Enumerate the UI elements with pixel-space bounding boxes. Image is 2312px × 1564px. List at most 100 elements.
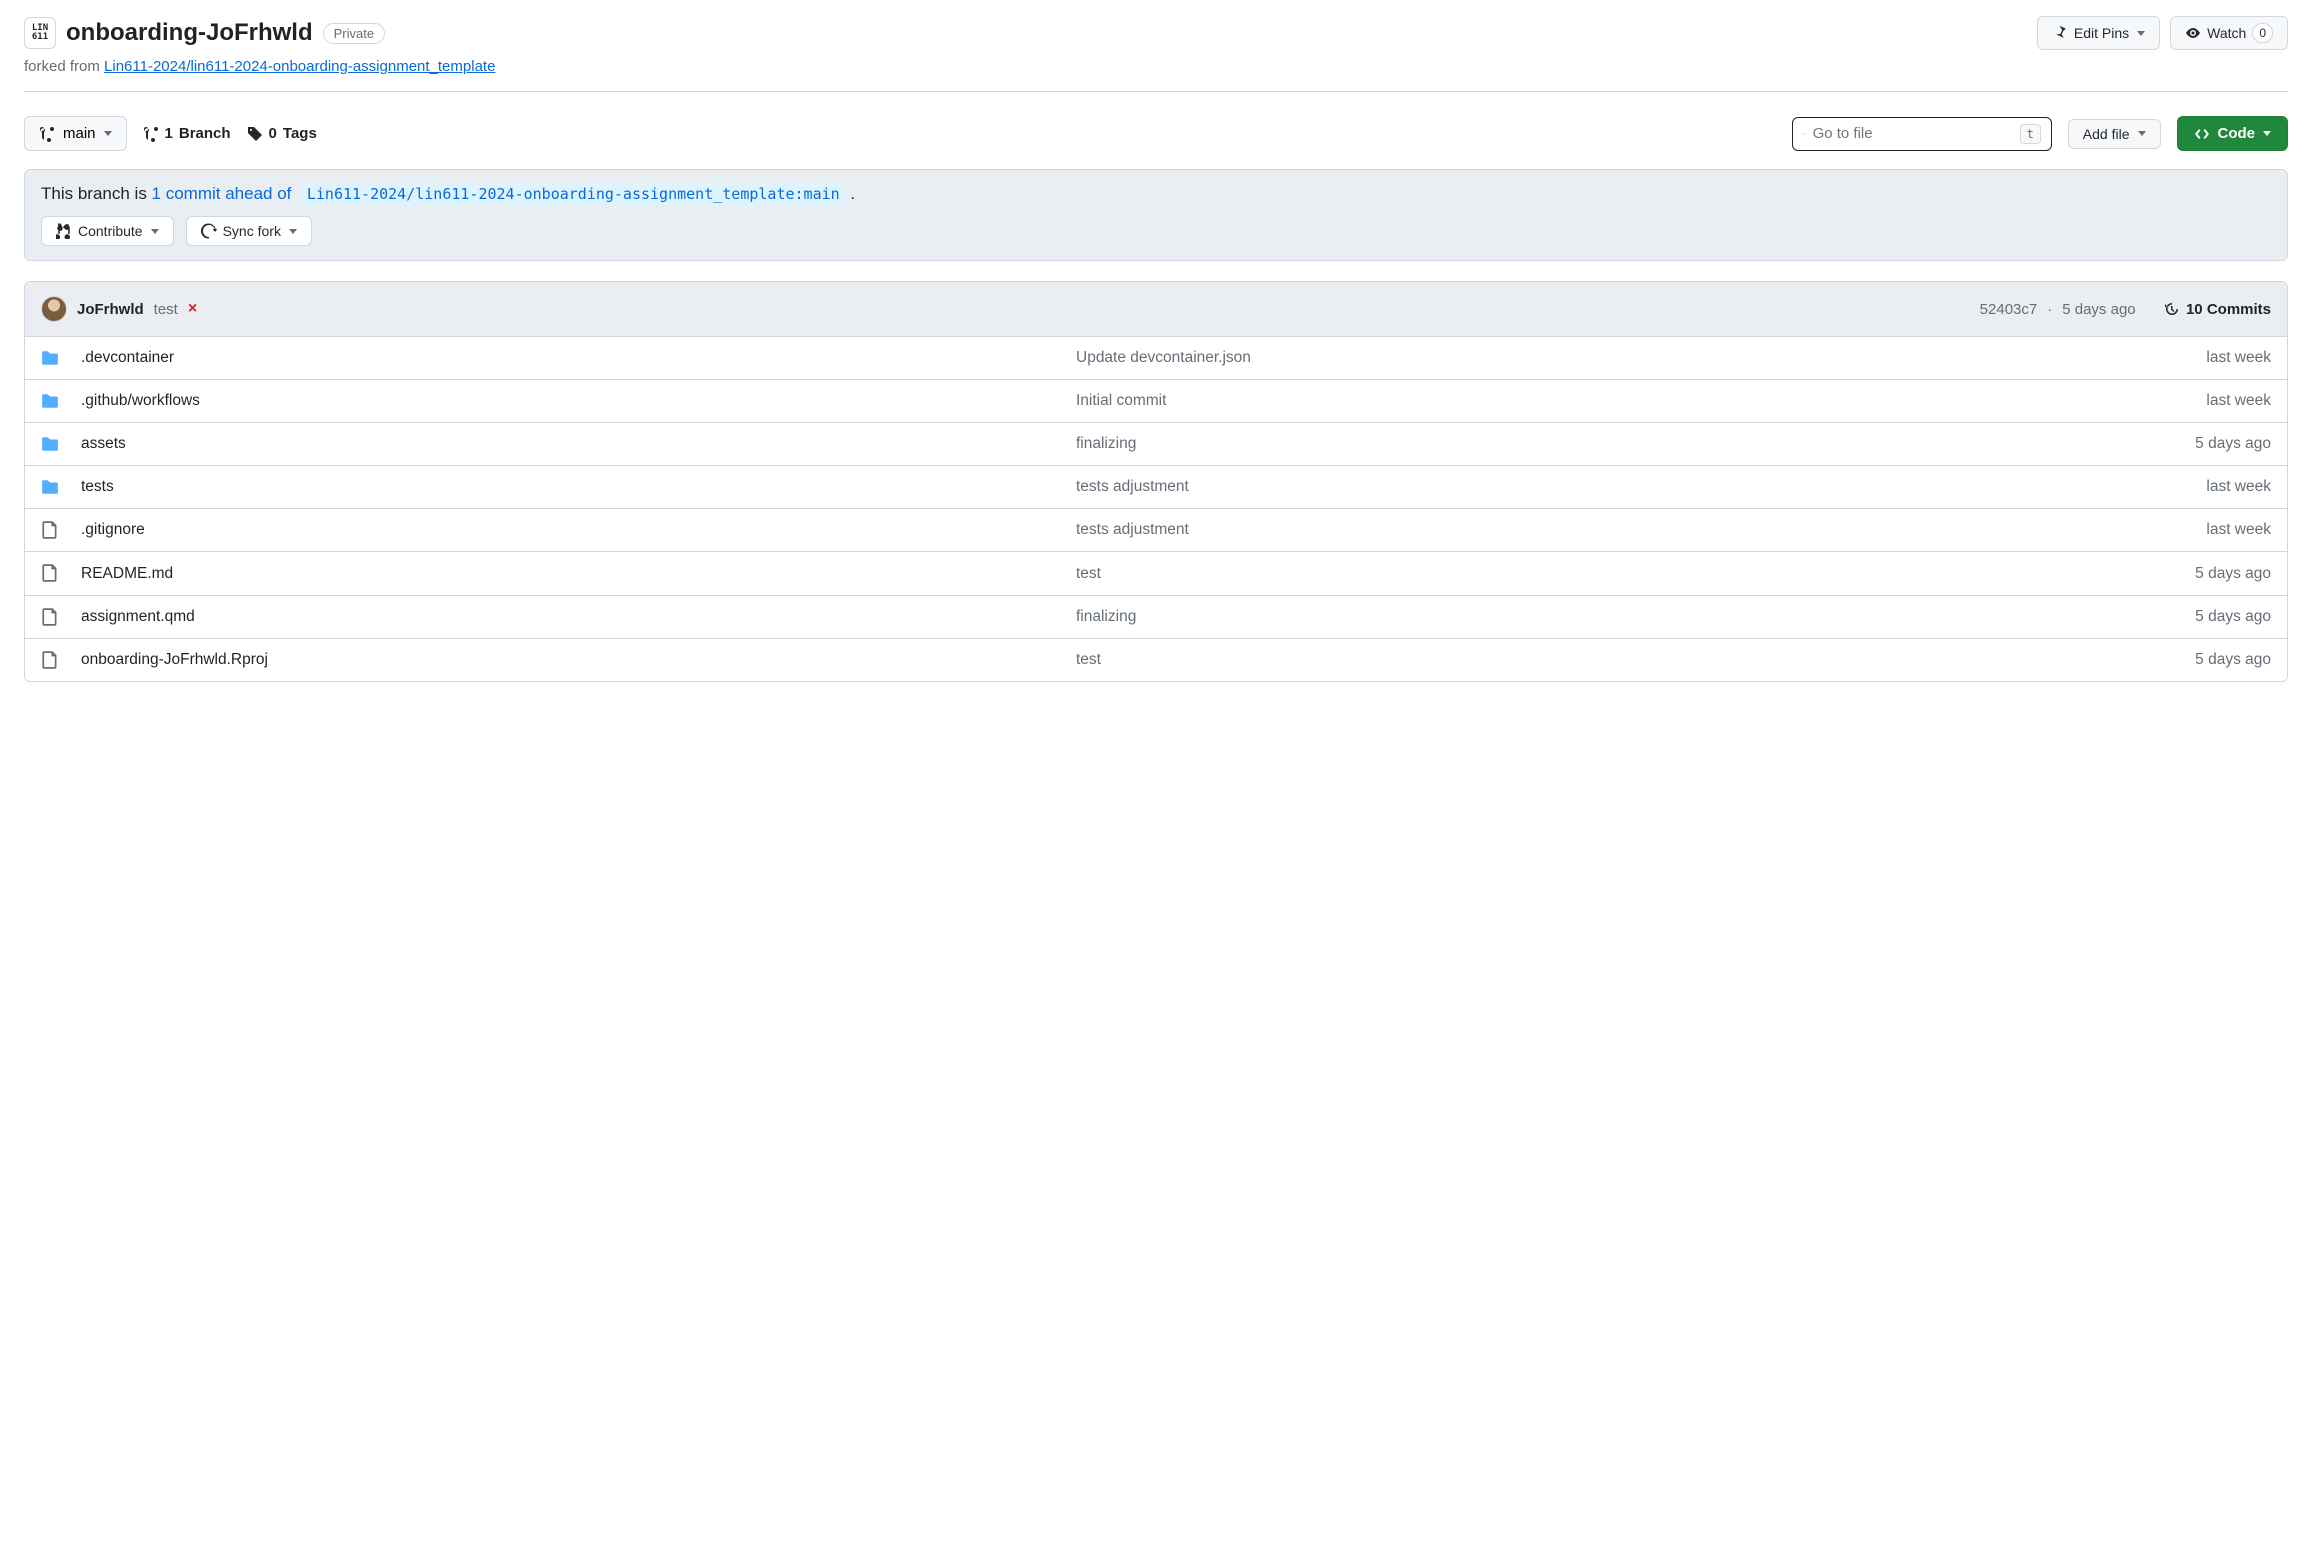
avatar[interactable] [41,296,67,322]
file-commit-message[interactable]: finalizing [1076,435,2059,453]
file-time: last week [2071,521,2271,539]
file-name[interactable]: .github/workflows [81,392,1064,410]
tag-word: Tags [283,125,317,142]
sync-icon [201,223,217,239]
file-name[interactable]: tests [81,478,1064,496]
repo-name[interactable]: onboarding-JoFrhwld [66,19,313,47]
fork-actions: Contribute Sync fork [41,216,2271,246]
sync-fork-button[interactable]: Sync fork [186,216,312,246]
repo-header: LIN 611 onboarding-JoFrhwld Private Edit… [24,16,2288,58]
code-button[interactable]: Code [2177,116,2289,151]
file-row: assignment.qmd finalizing 5 days ago [25,596,2287,639]
file-commit-message[interactable]: test [1076,651,2059,669]
contribute-label: Contribute [78,223,143,239]
file-name[interactable]: .gitignore [81,521,1064,539]
file-time: last week [2071,478,2271,496]
visibility-badge: Private [323,23,385,44]
code-icon [2194,126,2210,142]
divider [24,91,2288,92]
tag-count: 0 [269,125,277,142]
branch-select[interactable]: main [24,116,127,151]
repo-title-wrap: LIN 611 onboarding-JoFrhwld Private [24,17,385,49]
compare-ref[interactable]: Lin611-2024/lin611-2024-onboarding-assig… [301,183,846,205]
add-file-label: Add file [2083,126,2130,142]
file-commit-message[interactable]: finalizing [1076,608,2059,626]
add-file-button[interactable]: Add file [2068,119,2161,149]
caret-down-icon [104,131,112,136]
file-row: assets finalizing 5 days ago [25,423,2287,466]
file-icon [41,564,69,582]
fork-status-text: This branch is 1 commit ahead of Lin611-… [41,184,2271,204]
file-time: last week [2071,349,2271,367]
file-row: tests tests adjustment last week [25,466,2287,509]
caret-down-icon [2138,131,2146,136]
history-label: 10 Commits [2186,301,2271,318]
file-row: onboarding-JoFrhwld.Rproj test 5 days ago [25,639,2287,681]
file-row: .github/workflows Initial commit last week [25,380,2287,423]
tags-link[interactable]: 0 Tags [247,125,317,142]
commit-time: 5 days ago [2062,301,2135,318]
file-row: README.md test 5 days ago [25,552,2287,595]
file-time: last week [2071,392,2271,410]
file-name[interactable]: .devcontainer [81,349,1064,367]
folder-icon [41,478,69,496]
file-time: 5 days ago [2071,651,2271,669]
sync-label: Sync fork [223,223,281,239]
repo-avatar[interactable]: LIN 611 [24,17,56,49]
file-commit-message[interactable]: test [1076,565,2059,583]
file-icon [41,651,69,669]
branches-link[interactable]: 1 Branch [143,125,231,142]
tag-icon [247,126,263,142]
contribute-button[interactable]: Contribute [41,216,174,246]
branch-count: 1 [165,125,173,142]
watch-count: 0 [2252,23,2273,43]
status-fail-icon[interactable]: × [188,300,197,318]
file-listing: JoFrhwld test × 52403c7 · 5 days ago 10 … [24,281,2288,682]
file-commit-message[interactable]: tests adjustment [1076,521,2059,539]
key-hint: t [2020,124,2041,144]
file-name[interactable]: assets [81,435,1064,453]
branch-label: main [63,125,96,142]
fork-status-box: This branch is 1 commit ahead of Lin611-… [24,169,2288,261]
code-label: Code [2218,125,2256,142]
history-link[interactable]: 10 Commits [2164,301,2271,318]
caret-down-icon [2263,131,2271,136]
file-time: 5 days ago [2071,565,2271,583]
caret-down-icon [151,229,159,234]
commit-author[interactable]: JoFrhwld [77,301,144,318]
go-to-file-input[interactable] [1813,125,2012,142]
watch-label: Watch [2207,25,2246,41]
file-name[interactable]: assignment.qmd [81,608,1064,626]
edit-pins-label: Edit Pins [2074,25,2129,41]
branch-word: Branch [179,125,231,142]
file-time: 5 days ago [2071,608,2271,626]
forked-from: forked from Lin611-2024/lin611-2024-onbo… [24,58,2288,91]
file-icon [41,521,69,539]
git-branch-icon [39,126,55,142]
edit-pins-button[interactable]: Edit Pins [2037,16,2160,50]
caret-down-icon [289,229,297,234]
go-to-file[interactable]: t [1792,117,2052,151]
file-name[interactable]: onboarding-JoFrhwld.Rproj [81,651,1064,669]
pin-icon [2052,25,2068,41]
folder-icon [41,349,69,367]
file-commit-message[interactable]: Initial commit [1076,392,2059,410]
history-icon [2164,301,2180,317]
ahead-link[interactable]: 1 commit ahead of [152,184,292,203]
file-commit-message[interactable]: Update devcontainer.json [1076,349,2059,367]
forked-link[interactable]: Lin611-2024/lin611-2024-onboarding-assig… [104,58,495,75]
git-pull-request-icon [56,223,72,239]
file-commit-message[interactable]: tests adjustment [1076,478,2059,496]
file-row: .gitignore tests adjustment last week [25,509,2287,552]
commit-sha[interactable]: 52403c7 [1980,301,2038,318]
commit-message[interactable]: test [154,301,178,318]
file-name[interactable]: README.md [81,565,1064,583]
search-icon [1803,126,1805,142]
file-time: 5 days ago [2071,435,2271,453]
latest-commit-row: JoFrhwld test × 52403c7 · 5 days ago 10 … [25,282,2287,337]
watch-button[interactable]: Watch 0 [2170,16,2288,50]
file-icon [41,608,69,626]
file-row: .devcontainer Update devcontainer.json las… [25,337,2287,380]
avatar-line2: 611 [32,33,48,42]
action-row: main 1 Branch 0 Tags t Add file Code [24,116,2288,151]
